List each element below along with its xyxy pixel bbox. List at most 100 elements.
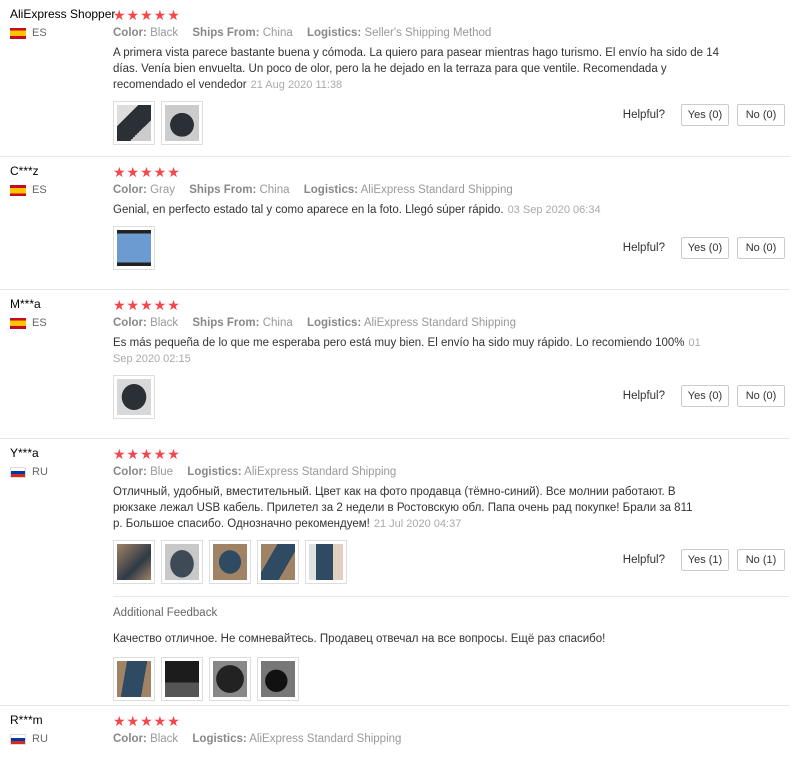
review-meta: Color: Black Ships From: China Logistics… [113,317,790,329]
additional-feedback-text: Качество отличное. Не сомневайтесь. Прод… [113,633,606,645]
country-code: RU [32,733,48,745]
logistics-label: Logistics: [306,27,362,39]
reviewer-name: Y***a [10,446,39,460]
review-photo-thumbnail[interactable] [209,540,251,584]
color-label: Color: [113,27,147,39]
logistics-label: Logistics: [192,733,247,745]
reviewer-country: RU [10,466,115,478]
review-photo-thumbnail[interactable] [113,540,155,584]
helpful-no-button[interactable]: No (1) [737,549,785,571]
review-text: Отличный, удобный, вместительный. Цвет к… [113,484,703,532]
review-photo-thumbnail[interactable] [113,375,155,419]
helpful-yes-button[interactable]: Yes (0) [681,104,729,126]
reviewer-name: R***m [10,713,43,727]
review-photo-thumbnail[interactable] [209,657,251,701]
reviewer-country: ES [10,317,115,329]
review-text: Genial, en perfecto estado tal y como ap… [113,202,723,218]
review-photo-thumbnail[interactable] [161,540,203,584]
russia-flag-icon [10,733,26,745]
review-item: C***z ES ★★★★★ Color: Gray Ships From: C… [0,157,790,290]
additional-feedback-title: Additional Feedback [113,607,218,619]
review-text: A primera vista parece bastante buena y … [113,45,723,93]
helpful-yes-button[interactable]: Yes (0) [681,385,729,407]
color-value: Black [150,733,179,745]
reviewer-info: M***a ES [10,297,115,329]
review-photo-thumbnail[interactable] [161,657,203,701]
helpful-section: Helpful? Yes (1) No (1) [623,549,785,571]
helpful-no-button[interactable]: No (0) [737,237,785,259]
color-label: Color: [113,466,147,478]
color-value: Gray [150,184,175,196]
helpful-section: Helpful? Yes (0) No (0) [623,385,785,407]
logistics-label: Logistics: [187,466,242,478]
reviewer-country: RU [10,733,115,745]
review-photo-thumbnail[interactable] [257,540,299,584]
review-item: R***m RU ★★★★★ Color: Black Logistics: A… [0,706,790,766]
country-code: ES [32,27,47,39]
logistics-value: AliExpress Standard Shipping [360,184,513,196]
helpful-section: Helpful? Yes (0) No (0) [623,104,785,126]
reviewer-info: Y***a RU [10,446,115,478]
color-value: Blue [150,466,174,478]
logistics-value: AliExpress Standard Shipping [244,466,397,478]
reviewer-name: AliExpress Shopper [10,7,116,21]
review-photo-thumbnail[interactable] [257,657,299,701]
reviewer-name: M***a [10,297,41,311]
ships-from-label: Ships From: [192,317,260,329]
review-meta: Color: Black Ships From: China Logistics… [113,27,790,39]
color-value: Black [150,27,179,39]
helpful-yes-button[interactable]: Yes (1) [681,549,729,571]
ships-from-value: China [262,317,293,329]
review-item: AliExpress Shopper ES ★★★★★ Color: Black… [0,0,790,157]
star-rating: ★★★★★ [113,446,181,462]
reviewer-name: C***z [10,164,39,178]
review-meta: Color: Gray Ships From: China Logistics:… [113,184,790,196]
ships-from-label: Ships From: [189,184,257,196]
ships-from-label: Ships From: [192,27,260,39]
review-text: Es más pequeña de lo que me esperaba per… [113,335,723,367]
color-label: Color: [113,733,147,745]
review-body: ★★★★★ Color: Black Logistics: AliExpress… [113,706,790,745]
helpful-label: Helpful? [622,109,665,121]
review-photo-thumbnail[interactable] [113,226,155,270]
star-rating: ★★★★★ [113,7,181,23]
logistics-label: Logistics: [306,317,362,329]
color-label: Color: [113,317,147,329]
review-date: 21 Jul 2020 04:37 [373,518,462,530]
reviewer-country: ES [10,27,115,39]
color-label: Color: [113,184,147,196]
helpful-no-button[interactable]: No (0) [737,385,785,407]
reviewer-info: AliExpress Shopper ES [10,7,115,39]
review-item: Y***a RU ★★★★★ Color: Blue Logistics: Al… [0,439,790,706]
country-code: ES [32,184,47,196]
logistics-label: Logistics: [303,184,359,196]
reviewer-info: C***z ES [10,164,115,196]
review-meta: Color: Blue Logistics: AliExpress Standa… [113,466,790,478]
ships-from-value: China [262,27,293,39]
review-content: Es más pequeña de lo que me esperaba per… [113,337,685,349]
review-photo-thumbnail[interactable] [305,540,347,584]
logistics-value: AliExpress Standard Shipping [363,317,516,329]
ships-from-value: China [259,184,290,196]
review-item: M***a ES ★★★★★ Color: Black Ships From: … [0,290,790,439]
review-photo-thumbnail[interactable] [161,101,203,145]
color-value: Black [150,317,179,329]
review-meta: Color: Black Logistics: AliExpress Stand… [113,733,790,745]
logistics-value: AliExpress Standard Shipping [249,733,402,745]
review-photo-thumbnail[interactable] [113,101,155,145]
helpful-yes-button[interactable]: Yes (0) [681,237,729,259]
helpful-no-button[interactable]: No (0) [737,104,785,126]
additional-feedback: Additional Feedback Качество отличное. Н… [113,596,789,701]
review-content: A primera vista parece bastante buena y … [113,47,720,91]
review-photo-thumbnail[interactable] [113,657,155,701]
review-date: 21 Aug 2020 11:38 [250,79,343,91]
spain-flag-icon [10,317,26,329]
helpful-section: Helpful? Yes (0) No (0) [623,237,785,259]
spain-flag-icon [10,184,26,196]
star-rating: ★★★★★ [113,297,181,313]
russia-flag-icon [10,466,26,478]
additional-feedback-photos [113,657,789,701]
country-code: RU [32,466,48,478]
review-content: Genial, en perfecto estado tal y como ap… [113,204,504,216]
reviewer-country: ES [10,184,115,196]
